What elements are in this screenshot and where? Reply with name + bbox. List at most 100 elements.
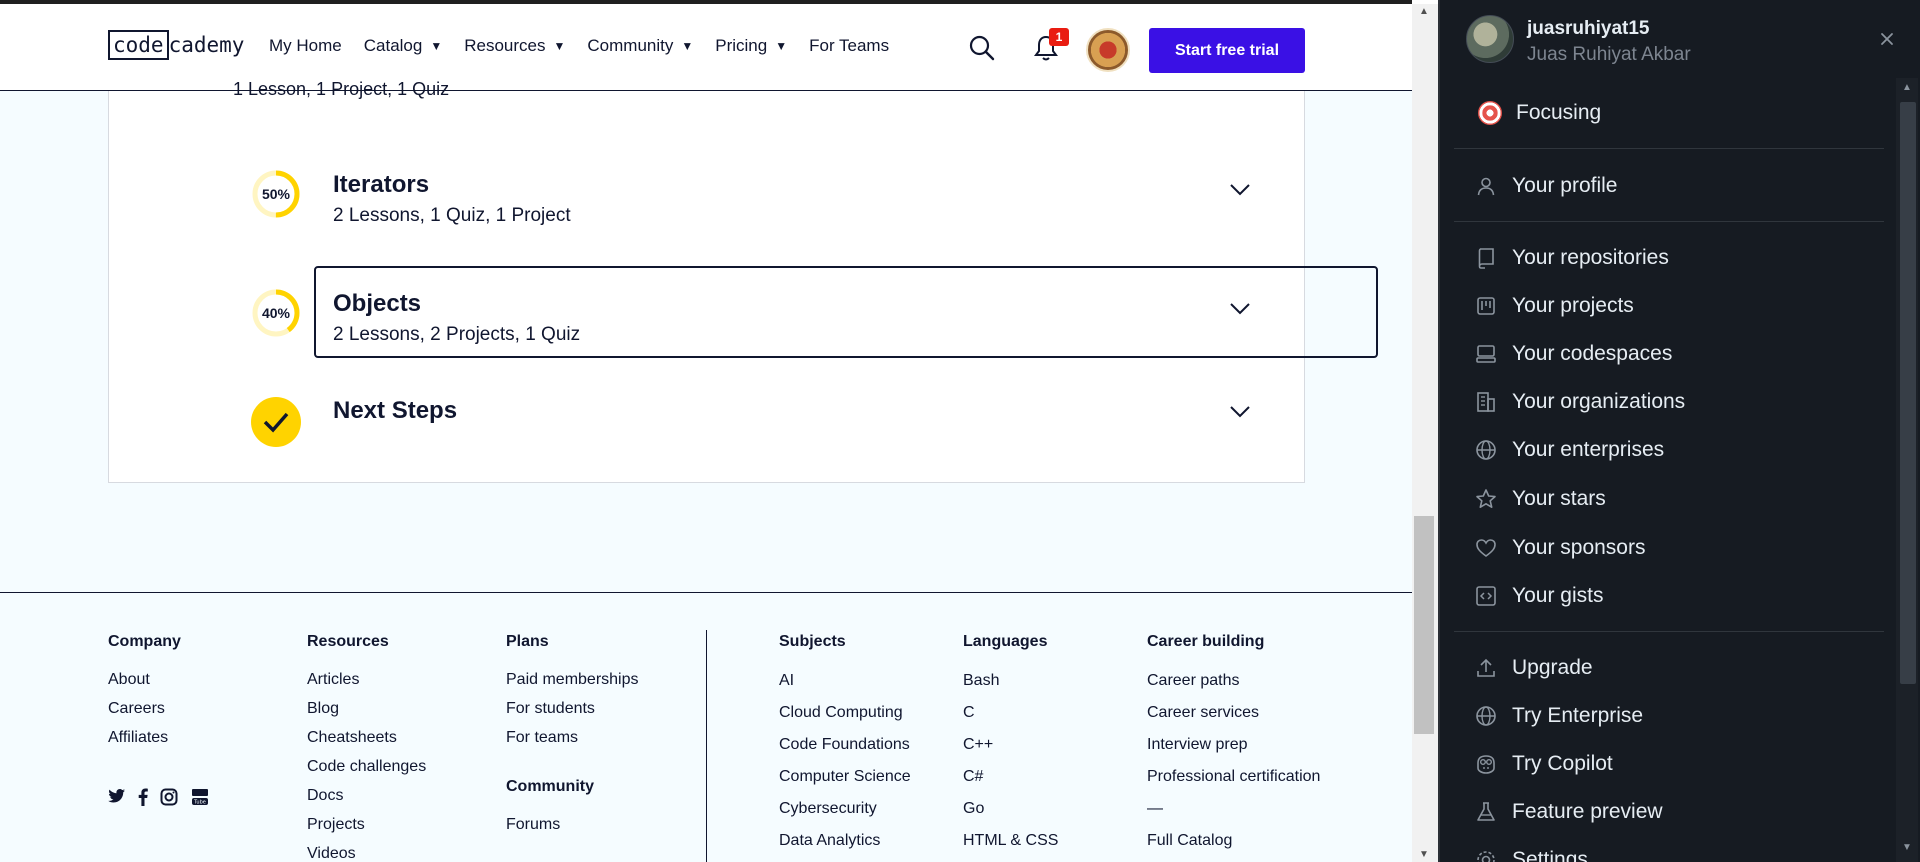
youtube-icon[interactable]: Tube xyxy=(190,788,210,811)
footer-link[interactable]: Forums xyxy=(506,810,639,839)
footer-link[interactable]: Interview prep xyxy=(1147,729,1320,761)
footer-heading: Subjects xyxy=(779,633,846,650)
scrollbar-thumb[interactable] xyxy=(1900,102,1916,684)
footer-link[interactable]: For teams xyxy=(506,723,639,752)
nav-my-home[interactable]: My Home xyxy=(269,36,342,56)
menu-item-your-organizations[interactable]: Your organizations xyxy=(1474,382,1685,422)
nav-for-teams[interactable]: For Teams xyxy=(809,36,889,56)
scroll-down-arrow-icon[interactable]: ▼ xyxy=(1419,849,1429,860)
module-next-steps[interactable]: Next Steps xyxy=(211,375,1279,467)
scrollbar-thumb[interactable] xyxy=(1414,516,1434,734)
menu-item-label: Your stars xyxy=(1512,487,1606,510)
scroll-down-arrow-icon[interactable]: ▼ xyxy=(1902,842,1912,853)
caret-down-icon: ▼ xyxy=(775,39,788,53)
footer-link[interactable]: Bash xyxy=(963,665,1058,697)
footer-link[interactable]: C# xyxy=(963,761,1058,793)
caret-down-icon: ▼ xyxy=(681,39,694,53)
footer-link[interactable]: C++ xyxy=(963,729,1058,761)
page-scrollbar[interactable]: ▲ ▼ xyxy=(1412,4,1438,862)
project-icon xyxy=(1474,294,1498,318)
menu-scrollbar[interactable]: ▲ ▼ xyxy=(1896,78,1918,862)
menu-item-feature-preview[interactable]: Feature preview xyxy=(1474,792,1663,832)
footer-link[interactable]: Full Catalog xyxy=(1147,825,1320,857)
footer-link[interactable]: Data Analytics xyxy=(779,825,911,857)
footer-link[interactable]: Articles xyxy=(307,665,426,694)
footer-link[interactable]: Cheatsheets xyxy=(307,723,426,752)
twitter-icon[interactable] xyxy=(108,788,126,811)
footer-link[interactable]: Computer Science xyxy=(779,761,911,793)
footer-link[interactable]: For students xyxy=(506,694,639,723)
user-avatar[interactable] xyxy=(1086,28,1130,72)
footer-link[interactable]: Professional certification xyxy=(1147,761,1320,793)
upload-icon xyxy=(1474,656,1498,680)
footer-link[interactable]: Career paths xyxy=(1147,665,1320,697)
menu-item-label: Your repositories xyxy=(1512,246,1669,269)
footer-col-subjects: Subjects AI Cloud Computing Code Foundat… xyxy=(779,633,911,857)
module-objects[interactable]: 40% Objects 2 Lessons, 2 Projects, 1 Qui… xyxy=(211,266,1378,358)
menu-item-try-copilot[interactable]: Try Copilot xyxy=(1474,744,1613,784)
footer-separator: — xyxy=(1147,800,1163,817)
footer-col-resources: Resources Articles Blog Cheatsheets Code… xyxy=(307,633,426,862)
menu-item-your-repositories[interactable]: Your repositories xyxy=(1474,238,1669,278)
nav-pricing[interactable]: Pricing ▼ xyxy=(715,36,787,56)
footer-link[interactable]: HTML & CSS xyxy=(963,825,1058,857)
footer-heading: Resources xyxy=(307,633,389,650)
scroll-up-arrow-icon[interactable]: ▲ xyxy=(1419,6,1429,17)
nav-catalog[interactable]: Catalog ▼ xyxy=(364,36,443,56)
menu-item-try-enterprise[interactable]: Try Enterprise xyxy=(1474,696,1643,736)
start-free-trial-button[interactable]: Start free trial xyxy=(1149,28,1305,73)
footer-link[interactable]: About xyxy=(108,665,181,694)
username: juasruhiyat15 xyxy=(1527,18,1650,39)
codespaces-icon xyxy=(1474,342,1498,366)
close-icon[interactable] xyxy=(1874,26,1900,52)
chevron-down-icon[interactable] xyxy=(1229,183,1251,202)
nav-label: Pricing xyxy=(715,36,768,55)
footer-link[interactable]: Projects xyxy=(307,810,426,839)
menu-item-your-enterprises[interactable]: Your enterprises xyxy=(1474,430,1664,470)
module-title: Next Steps xyxy=(333,397,458,424)
footer-link[interactable]: Paid memberships xyxy=(506,665,639,694)
menu-item-your-projects[interactable]: Your projects xyxy=(1474,286,1634,326)
footer-link[interactable]: Affiliates xyxy=(108,723,181,752)
logo-code-box: code xyxy=(108,30,169,60)
menu-item-label: Your sponsors xyxy=(1512,536,1646,559)
facebook-icon[interactable] xyxy=(138,788,148,811)
menu-item-upgrade[interactable]: Upgrade xyxy=(1474,648,1593,688)
set-status-item[interactable]: Focusing xyxy=(1478,93,1601,133)
menu-item-label: Your gists xyxy=(1512,584,1604,607)
chevron-down-icon[interactable] xyxy=(1229,302,1251,321)
nav-community[interactable]: Community ▼ xyxy=(587,36,693,56)
footer-heading: Community xyxy=(506,778,594,795)
menu-item-your-profile[interactable]: Your profile xyxy=(1474,166,1617,206)
menu-item-your-stars[interactable]: Your stars xyxy=(1474,479,1606,519)
codecademy-logo[interactable]: code cademy xyxy=(108,29,244,61)
footer-link[interactable]: Cybersecurity xyxy=(779,793,911,825)
menu-item-your-sponsors[interactable]: Your sponsors xyxy=(1474,528,1645,568)
organization-icon xyxy=(1474,390,1498,414)
footer-link[interactable]: Code Foundations xyxy=(779,729,911,761)
footer-link[interactable]: Career services xyxy=(1147,697,1320,729)
target-icon xyxy=(1478,101,1502,125)
chevron-down-icon[interactable] xyxy=(1229,405,1251,424)
footer-link[interactable]: Code challenges xyxy=(307,752,426,781)
menu-item-settings[interactable]: Settings xyxy=(1474,840,1588,862)
footer-heading: Career building xyxy=(1147,633,1265,650)
full-name: Juas Ruhiyat Akbar xyxy=(1527,44,1691,65)
footer-link[interactable]: C xyxy=(963,697,1058,729)
nav-resources[interactable]: Resources ▼ xyxy=(464,36,565,56)
menu-item-your-codespaces[interactable]: Your codespaces xyxy=(1474,334,1672,374)
footer-link[interactable]: Docs xyxy=(307,781,426,810)
instagram-icon[interactable] xyxy=(160,788,178,811)
module-iterators[interactable]: 50% Iterators 2 Lessons, 1 Quiz, 1 Proje… xyxy=(211,147,1279,239)
module-title: Iterators xyxy=(333,171,430,198)
footer-link[interactable]: Cloud Computing xyxy=(779,697,911,729)
footer-link[interactable]: AI xyxy=(779,665,911,697)
footer-link[interactable]: Videos xyxy=(307,839,426,862)
footer-link[interactable]: Blog xyxy=(307,694,426,723)
footer-link[interactable]: Go xyxy=(963,793,1058,825)
footer-link[interactable]: Careers xyxy=(108,694,181,723)
menu-item-your-gists[interactable]: Your gists xyxy=(1474,576,1603,616)
search-icon[interactable] xyxy=(966,32,998,64)
menu-item-label: Your enterprises xyxy=(1512,438,1665,461)
scroll-up-arrow-icon[interactable]: ▲ xyxy=(1902,82,1912,93)
